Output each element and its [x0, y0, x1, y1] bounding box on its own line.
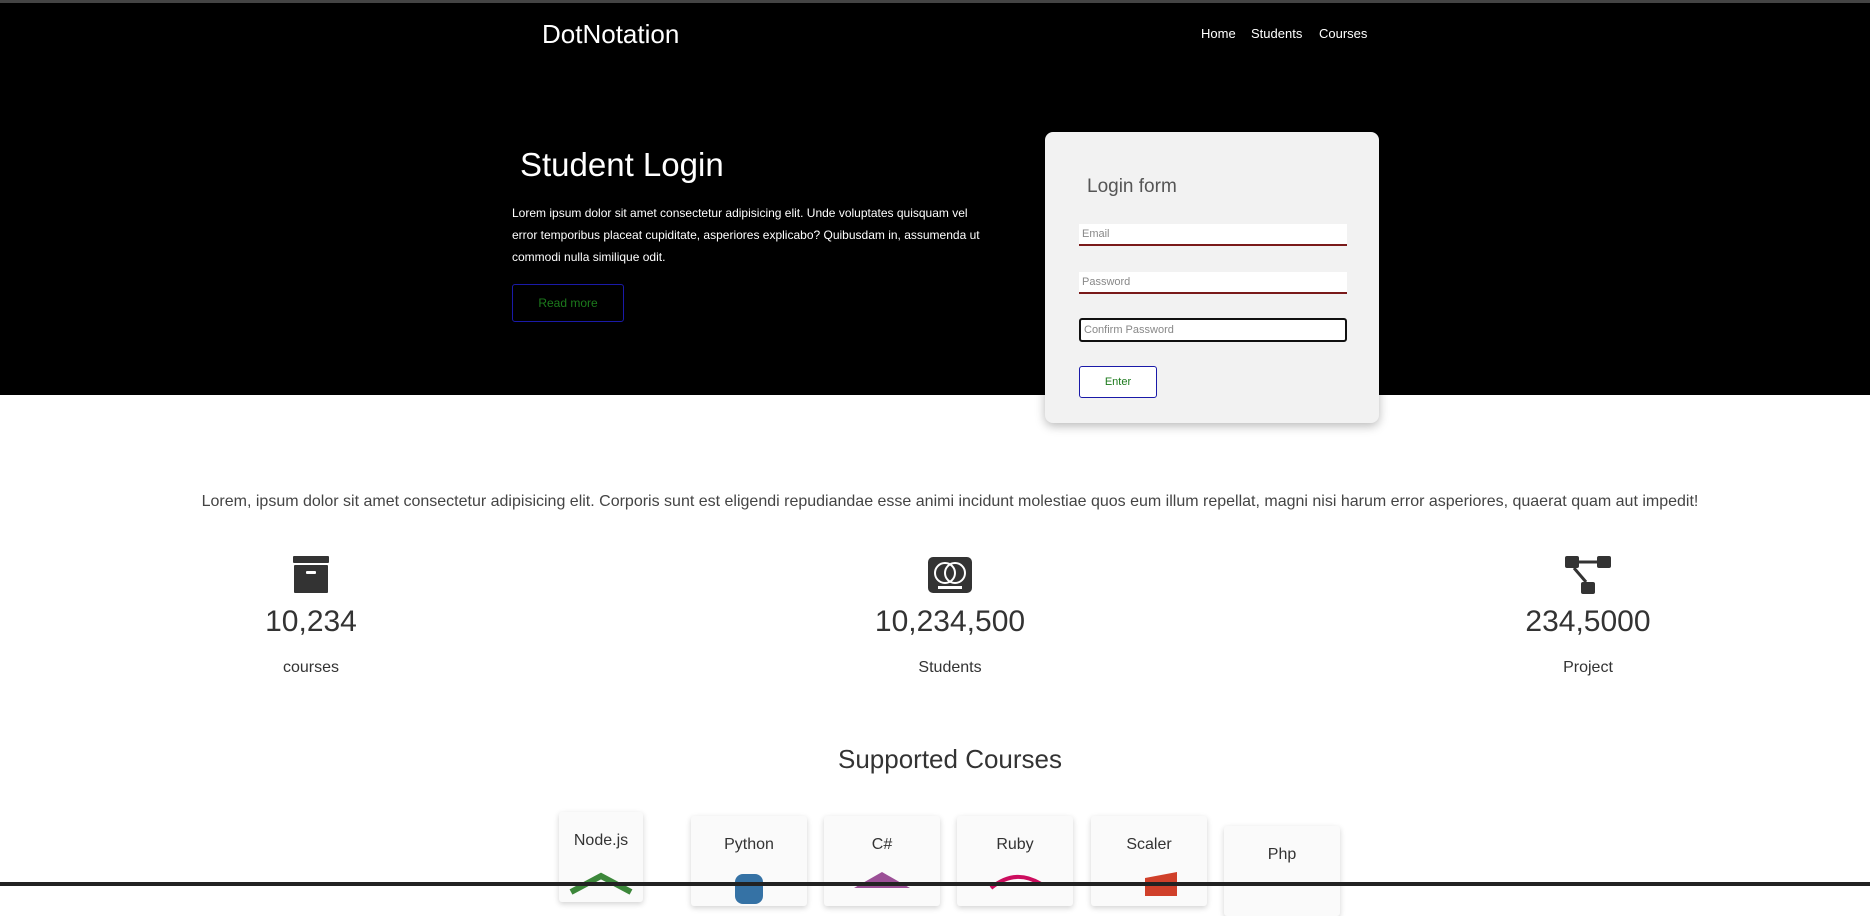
intro-text: Lorem, ipsum dolor sit amet consectetur … — [201, 493, 1699, 510]
stat-label: Students — [918, 659, 982, 676]
login-form-card: Login form Enter — [1045, 132, 1379, 423]
stat-label: Project — [1563, 659, 1613, 676]
confirm-password-field[interactable] — [1079, 318, 1347, 342]
nav-students[interactable]: Students — [1251, 26, 1302, 41]
stat-students: 10,234,500 Students — [830, 555, 1070, 677]
course-card-ruby[interactable]: Ruby — [957, 816, 1073, 906]
stat-value: 10,234 — [265, 605, 357, 638]
archive-box-icon — [293, 556, 329, 593]
course-card-scaler[interactable]: Scaler — [1091, 816, 1207, 906]
read-more-button[interactable]: Read more — [512, 284, 624, 322]
course-card-php[interactable]: Php — [1224, 826, 1340, 916]
course-name: C# — [871, 836, 893, 853]
stat-courses: 10,234 courses — [191, 555, 431, 677]
email-field[interactable] — [1079, 224, 1347, 246]
login-form-title: Login form — [1087, 176, 1177, 197]
ruby-icon — [989, 875, 1043, 890]
hero-section: DotNotation Home Students Courses Studen… — [0, 3, 1870, 395]
course-name: Php — [1267, 846, 1297, 863]
stat-value: 234,5000 — [1525, 605, 1651, 638]
nav-home[interactable]: Home — [1201, 26, 1236, 41]
course-card-csharp[interactable]: C# — [824, 816, 940, 906]
csharp-icon — [854, 872, 910, 888]
nav-courses[interactable]: Courses — [1319, 26, 1367, 41]
course-name: Python — [724, 836, 774, 853]
python-icon — [735, 874, 763, 904]
password-field[interactable] — [1079, 272, 1347, 294]
stat-label: courses — [282, 659, 340, 676]
brand-logo[interactable]: DotNotation — [542, 19, 679, 50]
hero-description: Lorem ipsum dolor sit amet consectetur a… — [512, 206, 980, 264]
hero-title: Student Login — [520, 146, 724, 183]
course-card-nodejs[interactable]: Node.js — [559, 812, 643, 902]
supported-courses-title: Supported Courses — [837, 744, 1063, 774]
mastercard-icon — [928, 557, 972, 593]
taskbar-strip — [0, 882, 1870, 886]
scaler-icon — [1145, 872, 1177, 896]
stat-value: 10,234,500 — [874, 605, 1026, 638]
enter-button[interactable]: Enter — [1079, 366, 1157, 398]
course-name: Ruby — [996, 836, 1034, 853]
project-diagram-icon — [1565, 556, 1611, 594]
stat-project: 234,5000 Project — [1468, 555, 1708, 677]
course-name: Scaler — [1126, 836, 1172, 853]
course-card-python[interactable]: Python — [691, 816, 807, 906]
course-name: Node.js — [573, 832, 629, 849]
